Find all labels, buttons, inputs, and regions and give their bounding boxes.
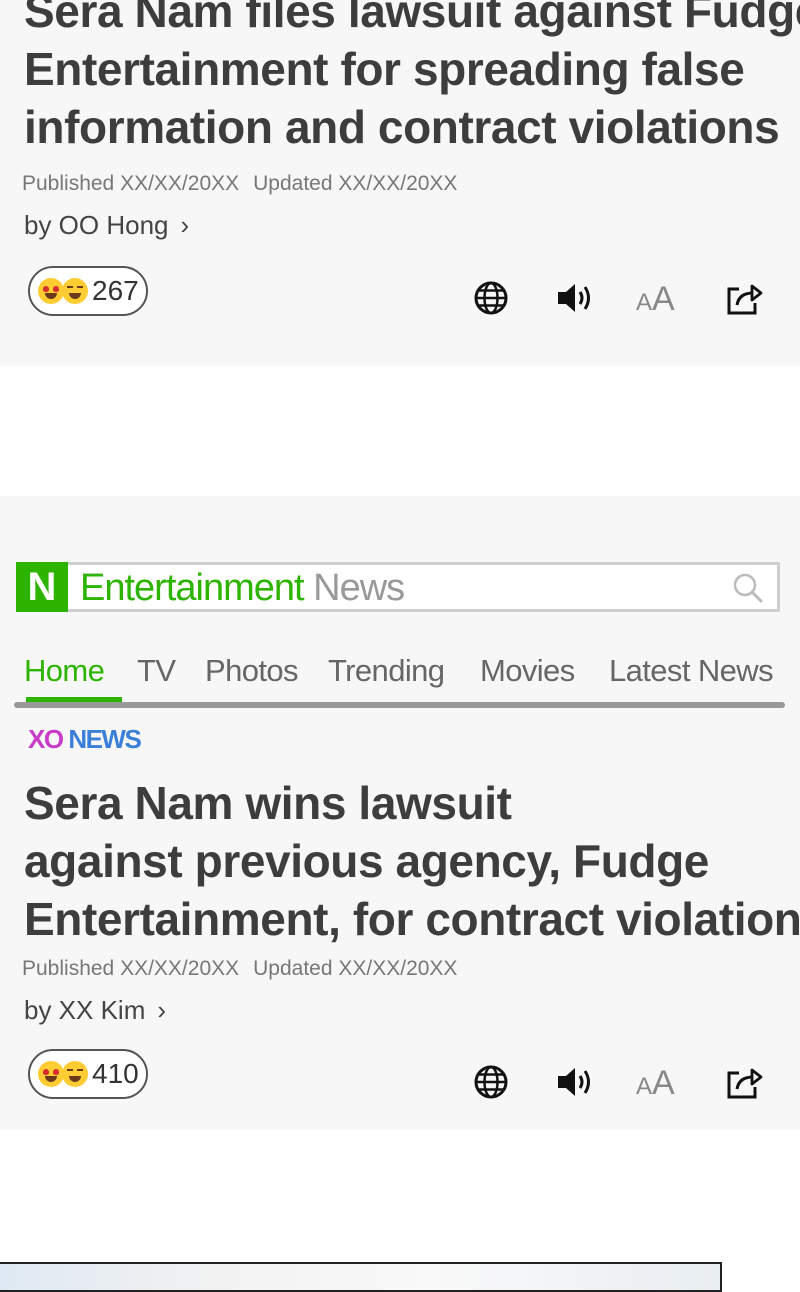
updated-date: Updated XX/XX/20XX (253, 172, 458, 195)
brand-secondary: News (313, 567, 405, 609)
nav-item-photos[interactable]: Photos (205, 646, 299, 696)
nav-divider (14, 702, 785, 708)
reaction-button[interactable]: 267 (28, 266, 148, 316)
chevron-right-icon: › (157, 995, 167, 1025)
heart-eyes-emoji-icon (38, 278, 64, 304)
source-name-part1: XO (28, 724, 64, 754)
portal-brand: Entertainment News (80, 565, 405, 611)
font-size-large-glyph: A (652, 280, 675, 318)
heart-eyes-emoji-icon (38, 1061, 64, 1087)
author-name: by XX Kim (24, 995, 146, 1025)
nav-item-latest-news[interactable]: Latest News (609, 646, 774, 696)
category-nav: Home TV Photos Trending Movies Latest Ne… (14, 646, 785, 708)
article-headline: Sera Nam files lawsuit against Fudge Ent… (24, 0, 800, 156)
reaction-button[interactable]: 410 (28, 1049, 148, 1099)
laughing-emoji-icon (62, 1061, 88, 1087)
reaction-count: 410 (92, 1058, 139, 1089)
article-headline: Sera Nam wins lawsuit against previous a… (24, 774, 800, 948)
article-dates: Published XX/XX/20XX Updated XX/XX/20XX (22, 957, 471, 981)
speaker-icon[interactable] (555, 1062, 595, 1102)
search-icon[interactable] (731, 571, 765, 605)
font-size-small-glyph: A (636, 1073, 653, 1100)
globe-icon[interactable] (471, 278, 511, 318)
laughing-emoji-icon (62, 278, 88, 304)
chevron-right-icon: › (180, 210, 190, 240)
headline-line: Sera Nam files lawsuit against Fudge (24, 0, 800, 37)
nav-item-movies[interactable]: Movies (480, 646, 575, 696)
updated-date: Updated XX/XX/20XX (253, 957, 458, 980)
article-panel-2: N Entertainment News Home TV Photos Tren… (0, 496, 800, 1130)
author-byline[interactable]: by OO Hong › (24, 210, 189, 241)
headline-line: Entertainment for spreading false (24, 43, 745, 95)
nav-item-trending[interactable]: Trending (328, 646, 445, 696)
next-panel-edge (0, 1262, 722, 1292)
author-byline[interactable]: by XX Kim › (24, 995, 166, 1026)
share-icon[interactable] (725, 1062, 765, 1102)
article-dates: Published XX/XX/20XX Updated XX/XX/20XX (22, 172, 471, 196)
headline-line: Sera Nam wins lawsuit (24, 777, 512, 829)
font-size-icon[interactable]: AA (636, 280, 675, 319)
source-name-part2: NEWS (68, 724, 142, 754)
font-size-icon[interactable]: AA (636, 1064, 675, 1103)
speaker-icon[interactable] (555, 278, 595, 318)
article-panel-1: Sera Nam files lawsuit against Fudge Ent… (0, 0, 800, 366)
news-source-label[interactable]: XO NEWS (28, 724, 142, 755)
reaction-count: 267 (92, 275, 139, 306)
brand-primary: Entertainment (80, 567, 305, 609)
nav-item-home[interactable]: Home (24, 646, 105, 696)
search-bar[interactable]: Entertainment News (68, 562, 780, 612)
font-size-small-glyph: A (636, 289, 653, 316)
headline-line: Entertainment, for contract violations (24, 893, 800, 945)
font-size-large-glyph: A (652, 1064, 675, 1102)
portal-logo[interactable]: N (16, 562, 68, 612)
author-name: by OO Hong (24, 210, 169, 240)
published-date: Published XX/XX/20XX (22, 957, 240, 980)
nav-item-tv[interactable]: TV (137, 646, 176, 696)
headline-line: against previous agency, Fudge (24, 835, 709, 887)
share-icon[interactable] (725, 278, 765, 318)
globe-icon[interactable] (471, 1062, 511, 1102)
published-date: Published XX/XX/20XX (22, 172, 240, 195)
headline-line: information and contract violations (24, 101, 780, 153)
